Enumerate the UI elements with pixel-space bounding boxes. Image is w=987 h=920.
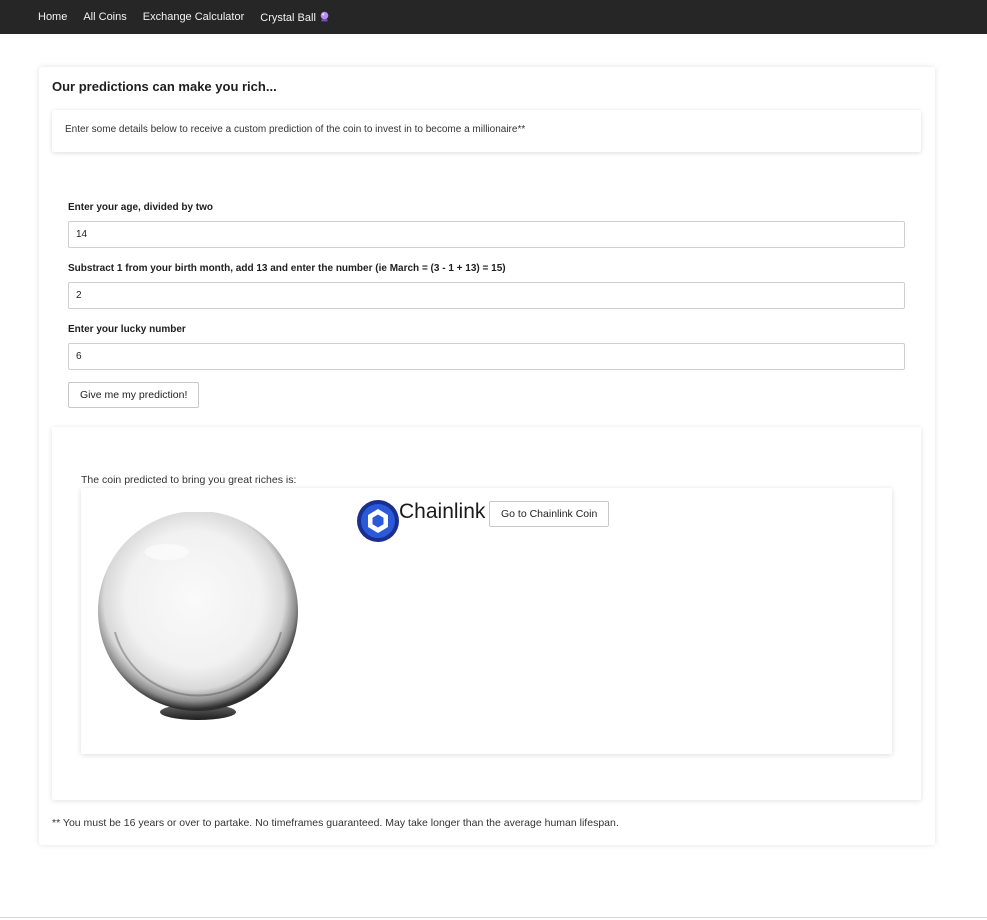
intro-text: Enter some details below to receive a cu… bbox=[65, 124, 526, 135]
page-divider bbox=[0, 917, 987, 918]
chainlink-logo-icon bbox=[357, 500, 399, 542]
coin-name: Chainlink bbox=[399, 500, 486, 523]
go-to-coin-button[interactable]: Go to Chainlink Coin bbox=[489, 501, 610, 527]
prediction-form: Enter your age, divided by two Substract… bbox=[68, 202, 905, 408]
birth-month-label: Substract 1 from your birth month, add 1… bbox=[68, 263, 506, 274]
result-caption: The coin predicted to bring you great ri… bbox=[81, 474, 297, 486]
result-panel: The coin predicted to bring you great ri… bbox=[52, 427, 921, 800]
disclaimer-text: ** You must be 16 years or over to parta… bbox=[52, 817, 619, 829]
crystal-ball-image bbox=[98, 512, 298, 720]
top-navbar: Home All Coins Exchange Calculator Cryst… bbox=[0, 0, 987, 34]
crystal-ball-emoji-icon bbox=[319, 11, 330, 22]
page-title: Our predictions can make you rich... bbox=[52, 79, 277, 94]
nav-exchange-calculator-link[interactable]: Exchange Calculator bbox=[143, 11, 245, 23]
nav-all-coins-link[interactable]: All Coins bbox=[83, 11, 126, 23]
prediction-card: Our predictions can make you rich... Ent… bbox=[39, 67, 935, 845]
lucky-number-input[interactable] bbox=[68, 343, 905, 370]
coin-result-card: Chainlink Go to Chainlink Coin bbox=[81, 488, 892, 754]
nav-crystal-ball-link[interactable]: Crystal Ball bbox=[260, 11, 330, 24]
age-label: Enter your age, divided by two bbox=[68, 202, 214, 213]
age-input[interactable] bbox=[68, 221, 905, 248]
lucky-number-label: Enter your lucky number bbox=[68, 324, 186, 335]
intro-panel: Enter some details below to receive a cu… bbox=[52, 110, 921, 152]
birth-month-input[interactable] bbox=[68, 282, 905, 309]
give-prediction-button[interactable]: Give me my prediction! bbox=[68, 382, 200, 408]
nav-home-link[interactable]: Home bbox=[38, 11, 67, 23]
nav-crystal-ball-label: Crystal Ball bbox=[260, 11, 316, 24]
